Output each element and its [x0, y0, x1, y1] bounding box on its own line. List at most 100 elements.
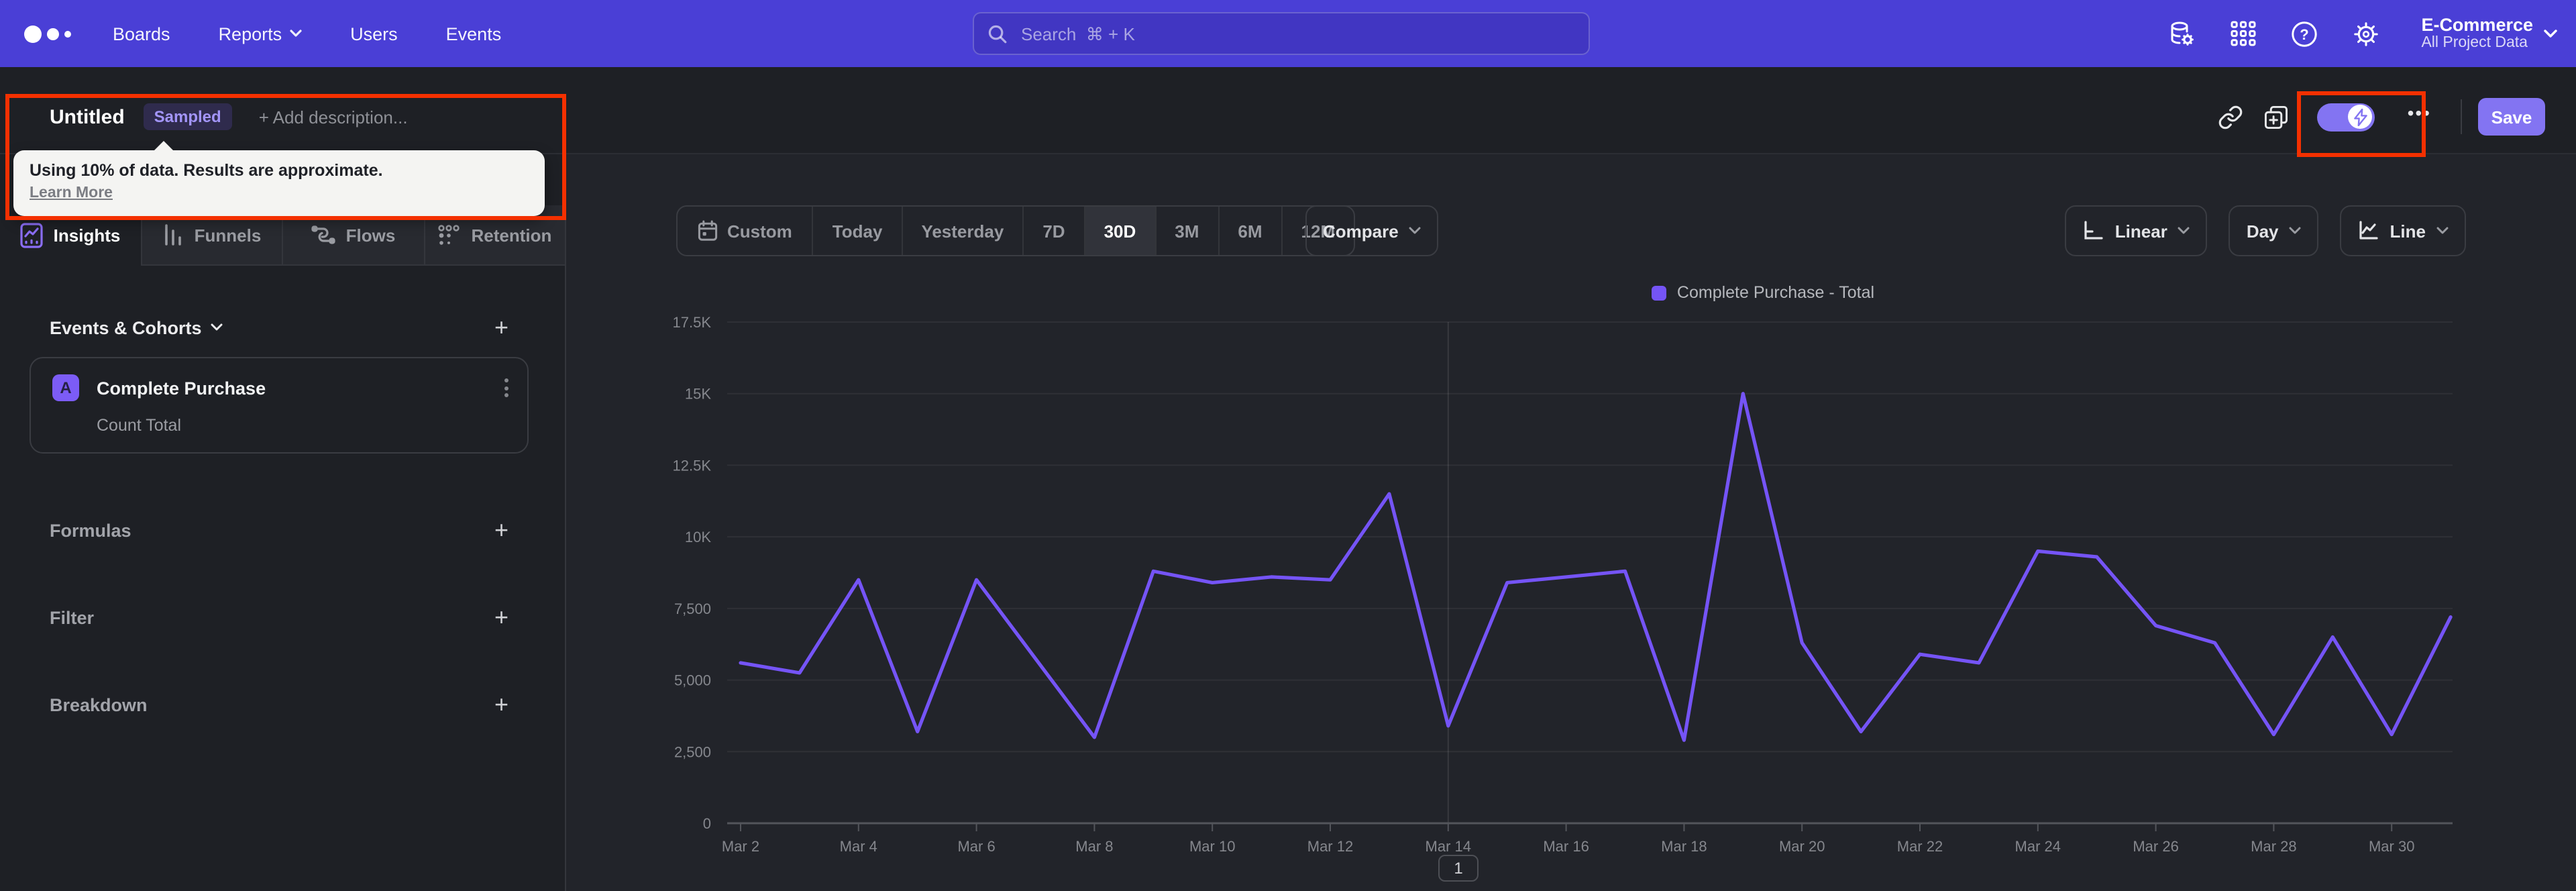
events-cohorts-header[interactable]: Events & Cohorts	[50, 317, 223, 337]
svg-text:17.5K: 17.5K	[673, 314, 712, 331]
range-label: Yesterday	[921, 221, 1004, 241]
granularity-label: Day	[2246, 221, 2279, 241]
chevron-down-icon	[2290, 227, 2302, 234]
query-builder-sidebar: Insights Funnels Flows Retention Events …	[0, 154, 566, 891]
svg-text:Mar 6: Mar 6	[957, 838, 995, 855]
more-actions-button[interactable]: •••	[2408, 102, 2431, 123]
event-metric[interactable]: Count Total	[97, 416, 508, 435]
copy-link-icon[interactable]	[2208, 97, 2253, 137]
event-options-kebab-icon[interactable]	[504, 375, 508, 401]
range-label: 6M	[1238, 221, 1263, 241]
sampling-toggle[interactable]	[2317, 103, 2375, 131]
pagination-page-button[interactable]: 1	[1438, 855, 1479, 882]
settings-gear-icon[interactable]	[2351, 19, 2381, 48]
legend-swatch	[1651, 285, 1666, 300]
svg-text:15K: 15K	[685, 386, 711, 403]
svg-text:Mar 14: Mar 14	[1426, 838, 1471, 855]
nav-item-events[interactable]: Events	[446, 23, 502, 44]
tab-label: Flows	[345, 225, 396, 245]
divider	[2461, 99, 2462, 134]
toggle-knob	[2348, 105, 2373, 129]
legend-label: Complete Purchase - Total	[1676, 283, 1875, 302]
lightning-bolt-icon	[2353, 108, 2367, 125]
scale-dropdown[interactable]: Linear	[2065, 205, 2208, 256]
add-filter-button[interactable]: +	[494, 605, 508, 629]
line-chart-icon	[2359, 221, 2379, 240]
svg-text:Mar 22: Mar 22	[1897, 838, 1943, 855]
range-label: 30D	[1104, 221, 1136, 241]
save-button[interactable]: Save	[2478, 98, 2545, 136]
svg-text:Mar 16: Mar 16	[1543, 838, 1589, 855]
nav-item-users[interactable]: Users	[350, 23, 398, 44]
section-title: Formulas	[50, 520, 131, 540]
section-title: Breakdown	[50, 694, 148, 715]
date-range-control: Custom Today Yesterday 7D 30D 3M 6M 12M	[676, 205, 1356, 256]
nav-item-reports[interactable]: Reports	[219, 23, 303, 44]
range-today[interactable]: Today	[812, 207, 902, 255]
formulas-section: Formulas +	[50, 518, 508, 542]
calendar-icon	[698, 220, 718, 241]
mixpanel-logo-icon[interactable]	[24, 25, 78, 42]
chevron-down-icon	[2436, 227, 2449, 234]
chart-type-dropdown[interactable]: Line	[2340, 205, 2466, 256]
range-6m[interactable]: 6M	[1218, 207, 1281, 255]
range-yesterday[interactable]: Yesterday	[901, 207, 1022, 255]
global-search[interactable]	[973, 12, 1590, 55]
event-series-badge[interactable]: A	[52, 374, 79, 401]
range-3m[interactable]: 3M	[1155, 207, 1218, 255]
project-scope: All Project Data	[2421, 35, 2528, 51]
event-card[interactable]: A Complete Purchase Count Total	[30, 357, 529, 454]
add-breakdown-button[interactable]: +	[494, 692, 508, 717]
add-event-button[interactable]: +	[494, 315, 508, 339]
range-7d[interactable]: 7D	[1022, 207, 1083, 255]
range-label: 7D	[1042, 221, 1065, 241]
nav-item-label: Boards	[113, 23, 170, 44]
svg-text:Mar 2: Mar 2	[722, 838, 759, 855]
app-window: Boards Reports Users Events Search ⌘ + K…	[0, 0, 2576, 891]
data-management-icon[interactable]	[2166, 19, 2196, 48]
search-input[interactable]	[1018, 22, 1575, 45]
sampled-badge[interactable]: Sampled	[143, 103, 232, 130]
line-chart[interactable]: 17.5K 15K 12.5K 10K 7,500 5,000 2,500 0 Mar 2 Mar…	[657, 309, 2536, 872]
range-label: Custom	[727, 221, 792, 241]
retention-icon	[438, 224, 460, 244]
add-formula-button[interactable]: +	[494, 518, 508, 542]
chart-legend[interactable]: Complete Purchase - Total	[1132, 283, 2394, 302]
apps-grid-icon[interactable]	[2228, 19, 2257, 48]
project-selector[interactable]: E-Commerce All Project Data	[2421, 15, 2557, 52]
search-icon	[988, 24, 1007, 43]
granularity-dropdown[interactable]: Day	[2229, 205, 2319, 256]
svg-text:Mar 18: Mar 18	[1661, 838, 1707, 855]
filter-section: Filter +	[50, 605, 508, 629]
chart-type-label: Line	[2390, 221, 2426, 241]
scale-label: Linear	[2114, 221, 2167, 241]
svg-text:Mar 28: Mar 28	[2251, 838, 2296, 855]
range-label: 3M	[1175, 221, 1199, 241]
add-description-field[interactable]: + Add description...	[259, 107, 408, 127]
project-name: E-Commerce	[2421, 15, 2533, 35]
report-title[interactable]: Untitled	[50, 105, 125, 128]
learn-more-link[interactable]: Learn More	[30, 185, 113, 201]
svg-text:Mar 10: Mar 10	[1189, 838, 1235, 855]
help-icon[interactable]: ?	[2290, 19, 2319, 48]
svg-text:0: 0	[703, 815, 711, 832]
compare-button[interactable]: Compare	[1305, 205, 1439, 256]
insights-icon	[20, 222, 43, 248]
report-header: Untitled Sampled + Add description... ••…	[0, 67, 2576, 154]
svg-text:12.5K: 12.5K	[673, 457, 712, 474]
svg-text:?: ?	[2300, 25, 2309, 42]
nav-item-boards[interactable]: Boards	[113, 23, 170, 44]
range-30d[interactable]: 30D	[1083, 207, 1155, 255]
add-to-board-icon[interactable]	[2253, 97, 2299, 137]
event-name[interactable]: Complete Purchase	[97, 378, 266, 398]
chart-panel: Custom Today Yesterday 7D 30D 3M 6M 12M …	[566, 154, 2576, 891]
chevron-down-icon	[1409, 227, 1421, 234]
svg-text:10K: 10K	[685, 529, 711, 545]
svg-text:Mar 4: Mar 4	[840, 838, 877, 855]
svg-text:Mar 12: Mar 12	[1307, 838, 1353, 855]
flows-icon	[311, 225, 335, 244]
range-custom[interactable]: Custom	[678, 207, 812, 255]
svg-text:5,000: 5,000	[674, 672, 711, 689]
section-title: Filter	[50, 607, 95, 627]
tab-label: Insights	[53, 225, 121, 245]
